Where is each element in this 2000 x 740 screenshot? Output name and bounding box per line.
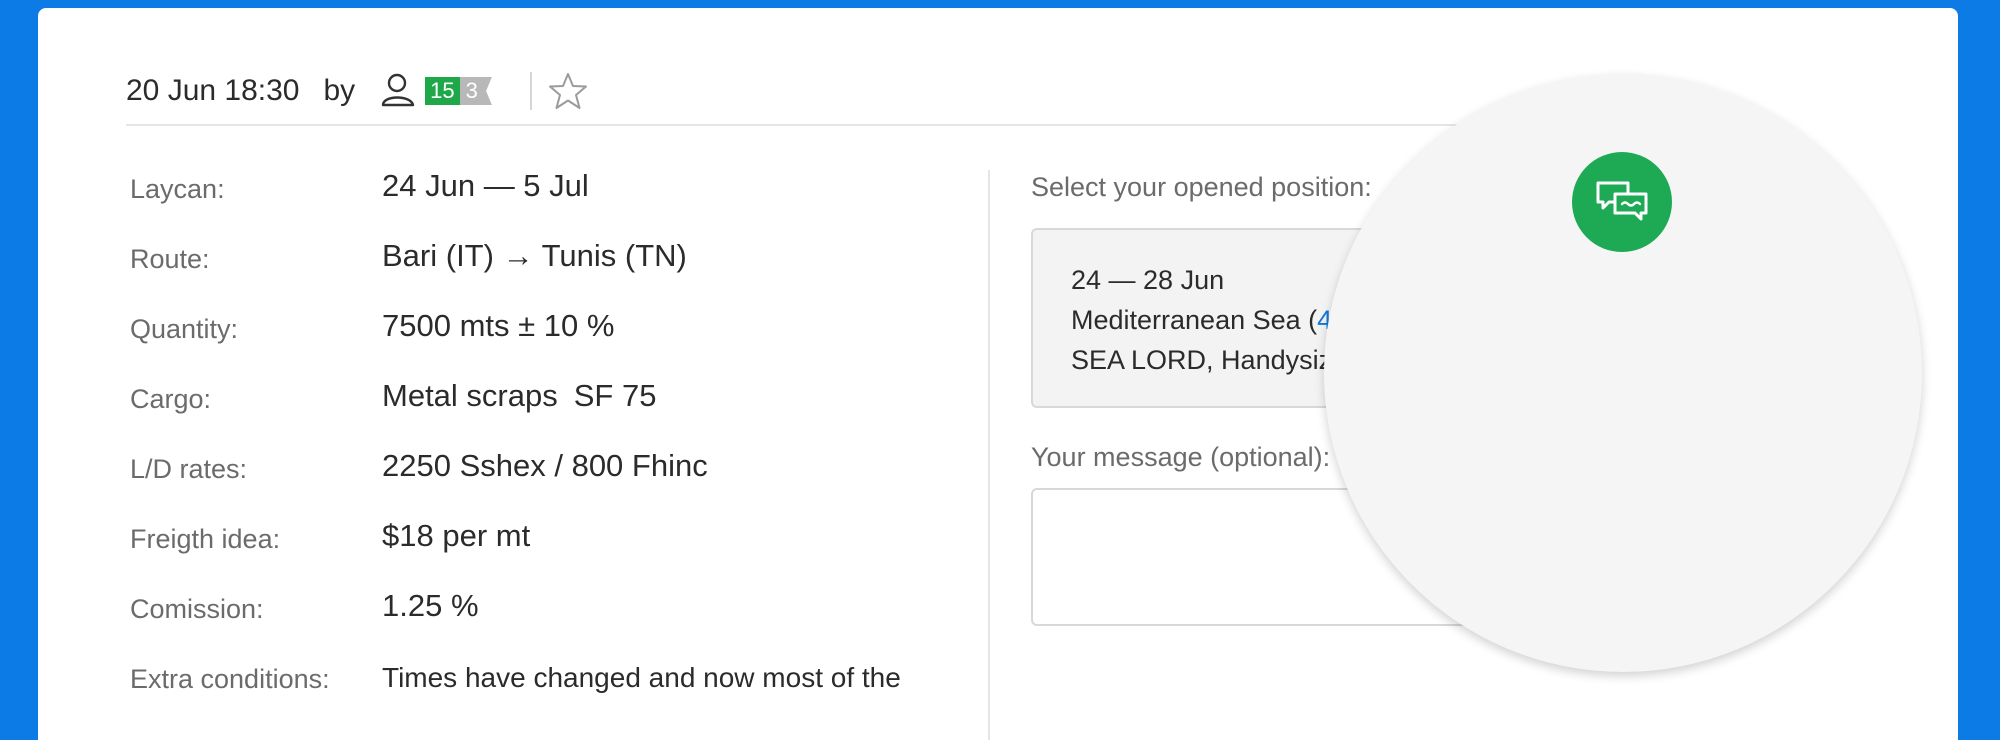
offer-header: 20 Jun 18:30 by 15 3 <box>126 60 588 122</box>
detail-value: Times have changed and now most of the <box>382 662 901 693</box>
detail-row-cargo: Cargo: Metal scraps SF 75 <box>130 378 950 448</box>
cargo-name: Metal scraps <box>382 378 558 413</box>
by-label: by <box>323 74 356 107</box>
detail-label: Comission: <box>130 594 264 624</box>
user-icon[interactable] <box>379 71 419 111</box>
detail-label: Quantity: <box>130 314 239 344</box>
header-divider <box>529 72 532 110</box>
detail-label: Freigth idea: <box>130 524 281 554</box>
detail-row-route: Route: Bari (IT) → Tunis (TN) <box>130 238 950 308</box>
detail-label: Route: <box>130 244 210 274</box>
chat-button[interactable] <box>1572 152 1672 252</box>
offer-date: 20 Jun 18:30 <box>126 74 300 107</box>
detail-value: 24 Jun — 5 Jul <box>382 168 589 203</box>
offer-details: Laycan: 24 Jun — 5 Jul Route: Bari (IT) … <box>130 168 950 728</box>
detail-row-freight-idea: Freigth idea: $18 per mt <box>130 518 950 588</box>
message-label: Your message (optional): <box>1031 442 1331 472</box>
rating-neutral-badge: 3 <box>459 77 492 105</box>
rating-positive-badge: 15 <box>425 77 460 105</box>
detail-value: 7500 mts ± 10 % <box>382 308 615 343</box>
detail-label: L/D rates: <box>130 454 248 484</box>
detail-row-laycan: Laycan: 24 Jun — 5 Jul <box>130 168 950 238</box>
chat-icon <box>1596 181 1648 221</box>
detail-label: Extra conditions: <box>130 664 330 694</box>
offer-card: 20 Jun 18:30 by 15 3 Laycan: 24 Jun — 5 … <box>38 8 1958 740</box>
column-divider <box>988 170 990 740</box>
detail-label: Laycan: <box>130 174 225 204</box>
detail-row-extra-conditions: Extra conditions: Times have changed and… <box>130 658 950 728</box>
detail-value: 2250 Sshex / 800 Fhinc <box>382 448 708 483</box>
detail-label: Cargo: <box>130 384 212 414</box>
detail-row-ld-rates: L/D rates: 2250 Sshex / 800 Fhinc <box>130 448 950 518</box>
detail-value: Bari (IT) → Tunis (TN) <box>382 238 687 273</box>
detail-value: Metal scraps SF 75 <box>382 378 656 414</box>
detail-row-commission: Comission: 1.25 % <box>130 588 950 658</box>
region-name: Mediterranean Sea ( <box>1071 305 1318 335</box>
detail-value: $18 per mt <box>382 518 531 553</box>
star-outline-icon[interactable] <box>548 71 588 111</box>
stowage-factor: SF 75 <box>573 378 657 413</box>
detail-row-quantity: Quantity: 7500 mts ± 10 % <box>130 308 950 378</box>
detail-value: 1.25 % <box>382 588 479 623</box>
